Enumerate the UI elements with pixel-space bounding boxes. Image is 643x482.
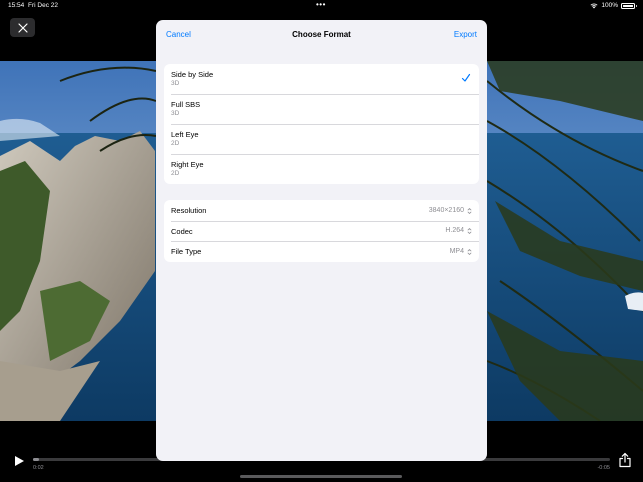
chevron-up-down-icon [467, 248, 472, 255]
chevron-up-down-icon [467, 207, 472, 214]
wifi-icon [590, 2, 598, 8]
export-settings-list: Resolution 3840×2160 Codec H.264 File Ty… [164, 200, 479, 262]
setting-resolution[interactable]: Resolution 3840×2160 [164, 200, 479, 221]
format-option-right-eye[interactable]: Right Eye 2D [164, 154, 479, 184]
battery-icon [621, 2, 637, 9]
format-dimension: 3D [171, 80, 180, 87]
screen: 15:54 Fri Dec 22 ••• 100% 0:02 -0:05 Can… [0, 0, 643, 482]
checkmark-icon [461, 73, 471, 82]
choose-format-sheet: Cancel Choose Format Export Side by Side… [156, 20, 487, 461]
format-list: Side by Side 3D Full SBS 3D Left Eye 2D … [164, 64, 479, 184]
setting-value: 3840×2160 [428, 206, 464, 214]
time-remaining: -0:05 [597, 465, 610, 471]
sheet-title: Choose Format [292, 30, 351, 39]
setting-value: H.264 [445, 227, 464, 234]
export-button[interactable]: Export [454, 30, 477, 39]
setting-label: Resolution [171, 206, 207, 215]
multitask-dots[interactable]: ••• [316, 0, 326, 9]
status-right: 100% [590, 2, 637, 9]
format-name: Left Eye [171, 130, 199, 139]
share-button[interactable] [618, 452, 632, 468]
chevron-up-down-icon [467, 228, 472, 234]
format-name: Full SBS [171, 100, 201, 109]
status-time: 15:54 [8, 2, 25, 9]
battery-percent: 100% [601, 2, 618, 9]
setting-value: MP4 [449, 247, 464, 255]
format-dimension: 2D [171, 170, 180, 177]
format-name: Right Eye [171, 160, 204, 169]
format-option-left-eye[interactable]: Left Eye 2D [164, 124, 479, 154]
play-button[interactable] [12, 454, 26, 468]
setting-label: File Type [171, 247, 202, 256]
status-date: Fri Dec 22 [28, 2, 58, 9]
time-elapsed: 0:02 [33, 465, 44, 471]
home-indicator[interactable] [240, 475, 402, 478]
setting-file-type[interactable]: File Type MP4 [164, 241, 479, 262]
format-option-side-by-side[interactable]: Side by Side 3D [164, 64, 479, 94]
share-icon [619, 452, 631, 468]
format-name: Side by Side [171, 70, 214, 79]
playback-progress [33, 458, 39, 461]
close-button[interactable] [10, 18, 35, 37]
setting-label: Codec [171, 226, 193, 236]
sheet-header: Cancel Choose Format Export [156, 20, 487, 50]
status-bar: 15:54 Fri Dec 22 ••• 100% [0, 0, 643, 12]
format-option-full-sbs[interactable]: Full SBS 3D [164, 94, 479, 124]
play-icon [15, 456, 24, 466]
format-dimension: 3D [171, 110, 180, 117]
format-dimension: 2D [171, 140, 180, 147]
setting-codec[interactable]: Codec H.264 [164, 220, 479, 242]
close-icon [17, 22, 28, 33]
